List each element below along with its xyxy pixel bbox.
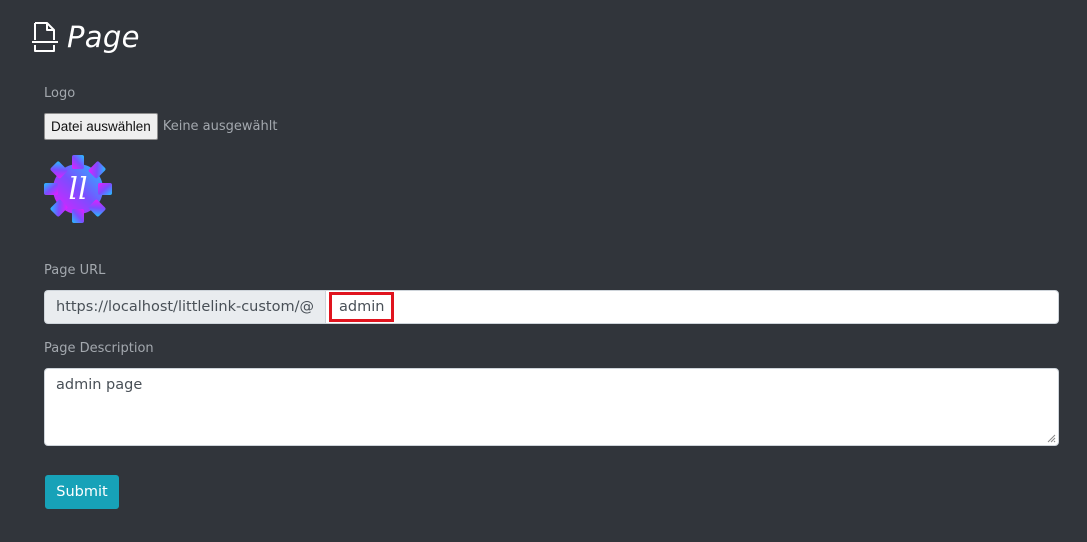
page-title: Page xyxy=(67,20,140,54)
file-status-text: Keine ausgewählt xyxy=(162,119,278,134)
page-description-textarea[interactable]: admin page xyxy=(44,368,1059,446)
page-description-value: admin page xyxy=(56,377,143,393)
choose-file-button[interactable]: Datei auswählen xyxy=(44,113,158,140)
page-url-field: https://localhost/littlelink-custom/@ ad… xyxy=(44,290,1059,324)
page-url-input[interactable]: admin xyxy=(324,290,1059,324)
submit-button[interactable]: Submit xyxy=(45,475,119,509)
gear-logo-icon: ll xyxy=(44,155,112,223)
resize-grip-icon[interactable] xyxy=(1047,434,1056,443)
page-url-value[interactable]: admin xyxy=(328,292,395,322)
page-heading: Page xyxy=(31,20,140,54)
page-description-label: Page Description xyxy=(44,341,154,356)
url-prefix: https://localhost/littlelink-custom/@ xyxy=(44,290,325,324)
logo-file-picker: Datei auswählen Keine ausgewählt xyxy=(44,113,277,140)
logo-preview: ll xyxy=(44,155,112,223)
page-url-label: Page URL xyxy=(44,263,106,278)
logo-label: Logo xyxy=(44,86,76,101)
document-icon xyxy=(31,20,59,54)
svg-text:ll: ll xyxy=(68,172,87,207)
